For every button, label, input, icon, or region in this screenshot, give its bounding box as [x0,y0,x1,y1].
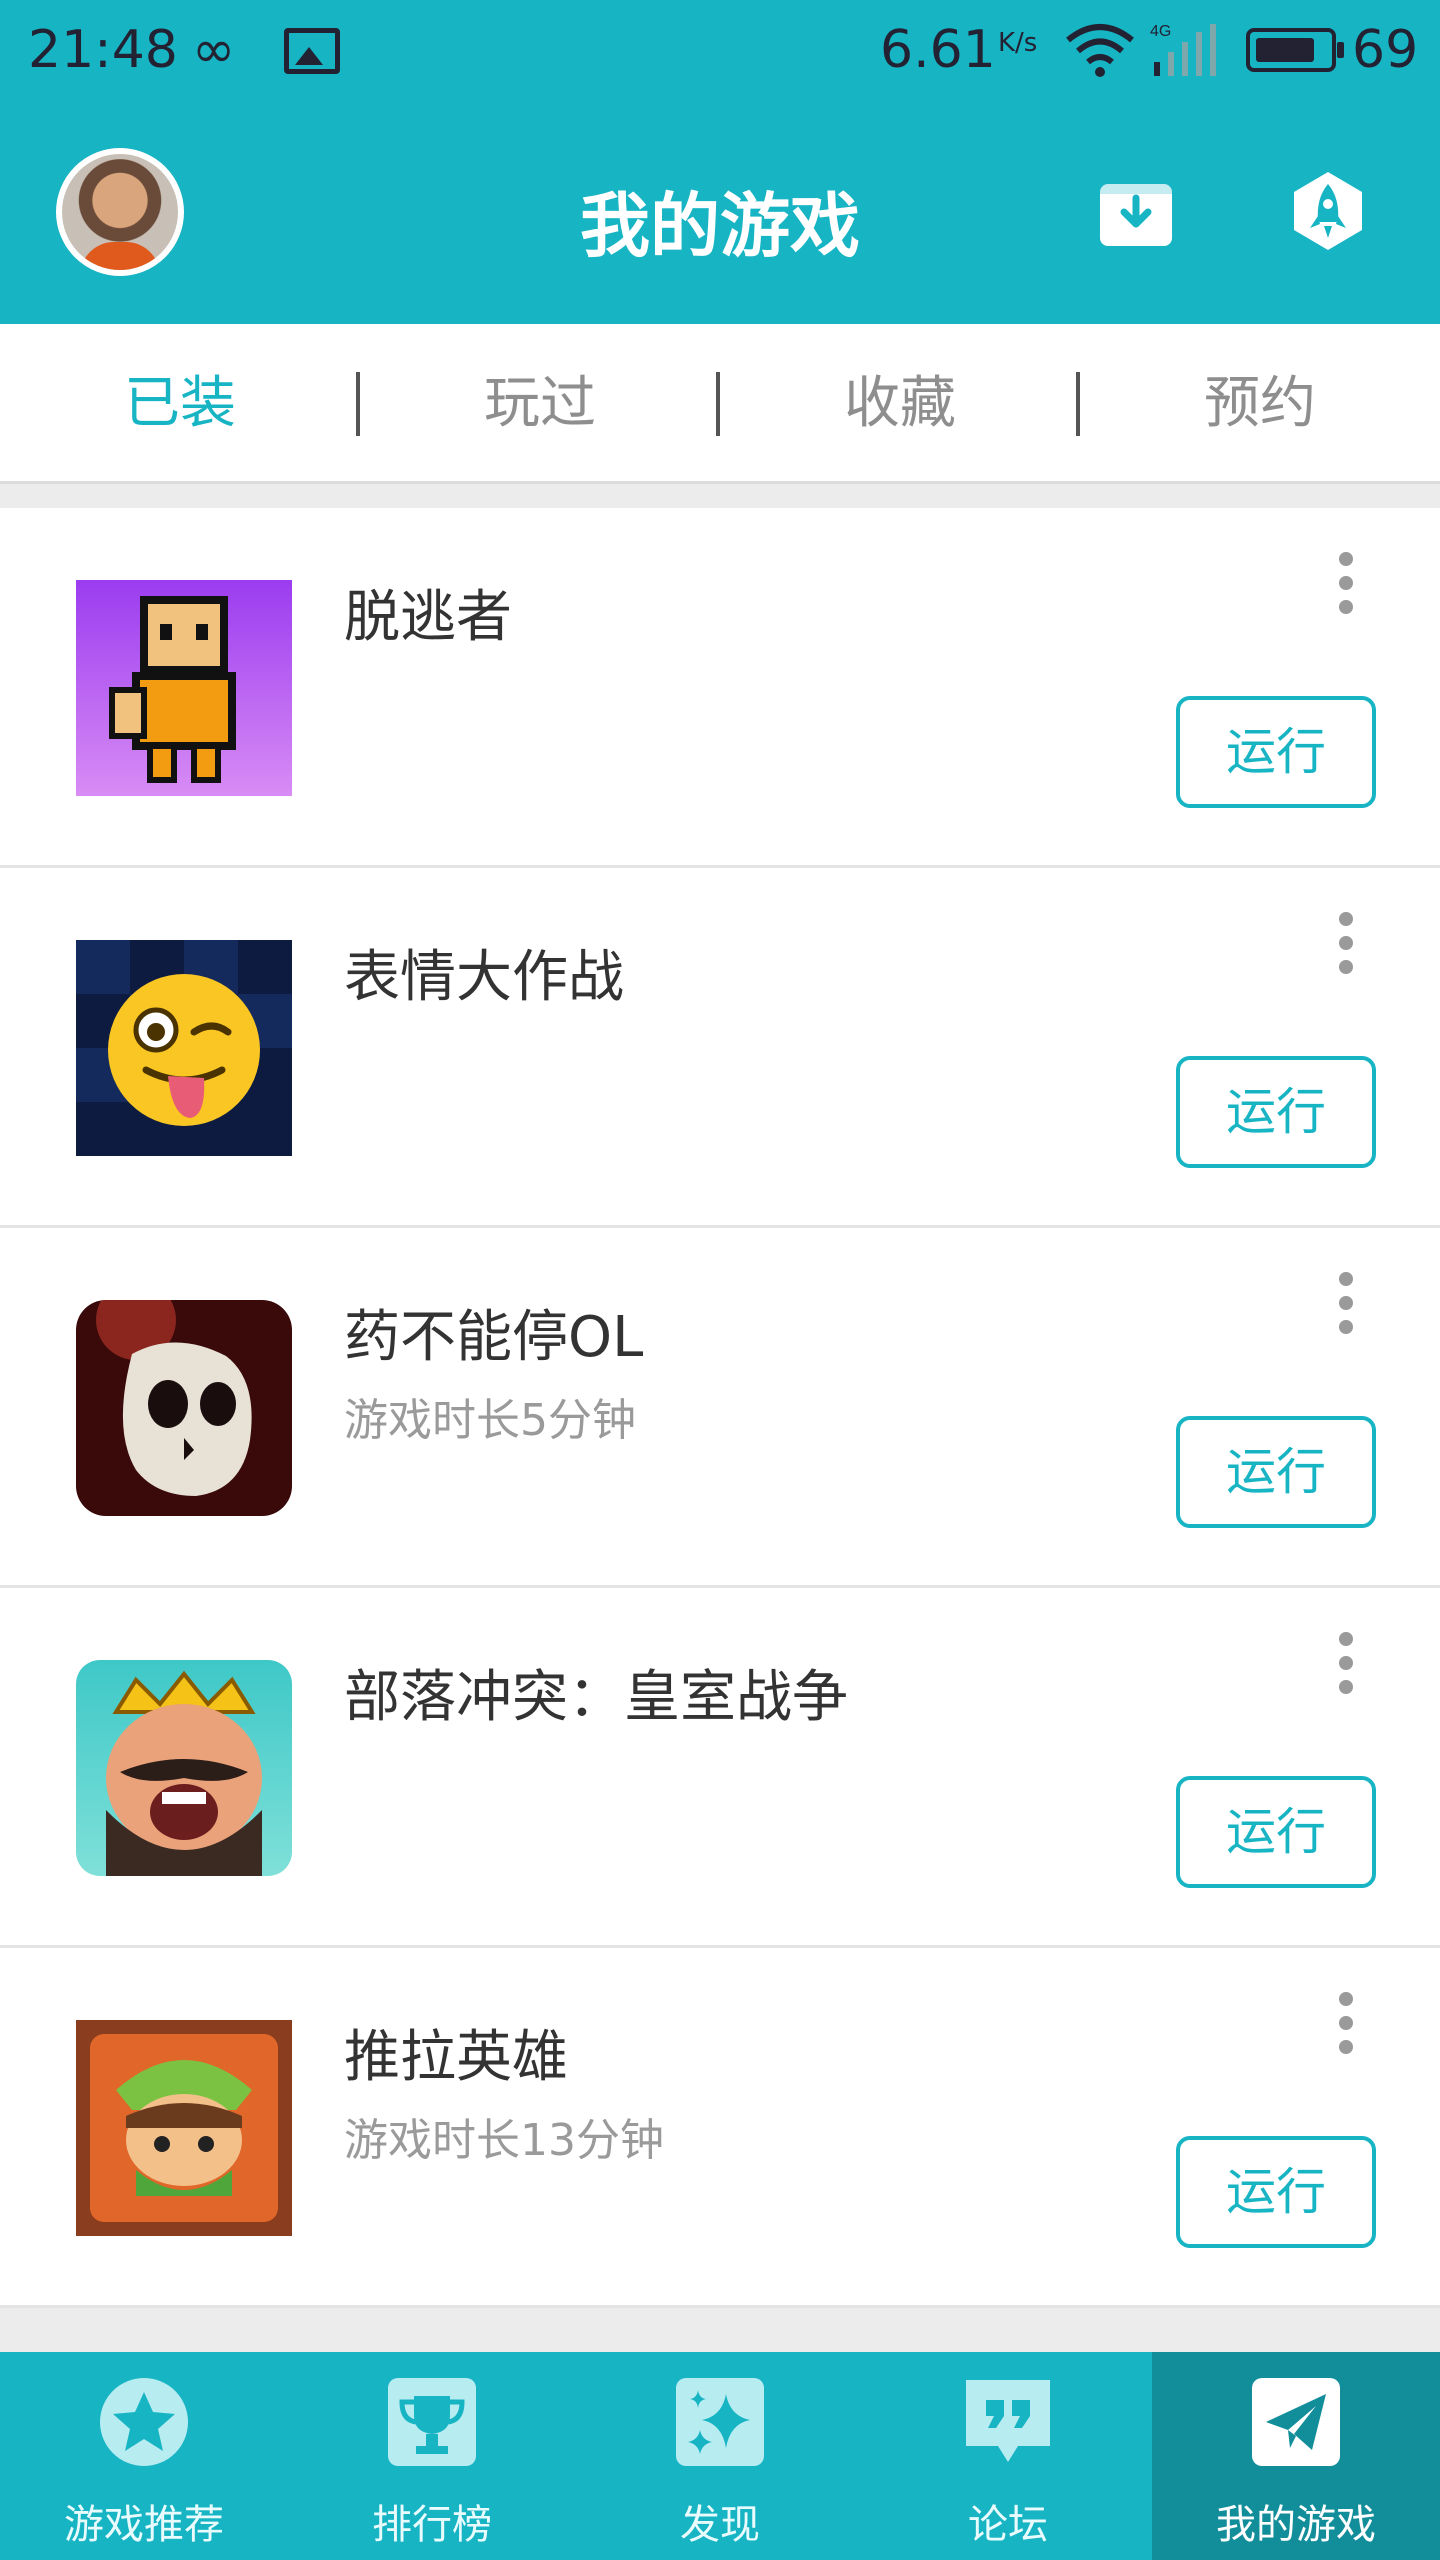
quote-icon [966,2380,1050,2462]
emoji-wink-icon [76,940,292,1156]
game-playtime: 游戏时长13分钟 [344,2115,664,2166]
game-list: 脱逃者 运行 表情大作战 运行 药不能停OL 游戏时长5分钟 运行 部落冲突：皇… [0,508,1440,2308]
image-notification-icon [284,28,340,74]
game-name: 表情大作战 [344,945,624,1010]
run-button[interactable]: 运行 [1176,696,1376,808]
network-speed-unit: K/s [998,28,1038,58]
nav-label: 发现 [680,2502,760,2548]
trophy-icon [388,2378,476,2466]
game-name: 推拉英雄 [344,2025,568,2090]
game-name: 脱逃者 [344,585,512,650]
paper-plane-icon [1252,2378,1340,2466]
nav-label: 排行榜 [372,2502,492,2548]
star-icon [100,2378,188,2466]
escapists-icon [76,580,292,796]
skull-icon [76,1300,292,1516]
wifi-icon [1066,24,1134,77]
nav-item-recommend[interactable]: 游戏推荐 [0,2352,288,2560]
status-time: 21:48 [28,20,178,80]
clash-royale-king-icon [76,1660,292,1876]
run-button[interactable]: 运行 [1176,2136,1376,2248]
push-hero-icon [76,2020,292,2236]
game-row[interactable]: 部落冲突：皇室战争 运行 [0,1588,1440,1948]
network-speed: 6.61 [880,20,996,80]
infinity-icon: ∞ [192,20,236,80]
game-row[interactable]: 脱逃者 运行 [0,508,1440,868]
tab-bar: 已装 玩过 收藏 预约 [0,324,1440,484]
nav-label: 我的游戏 [1216,2502,1376,2548]
nav-item-discover[interactable]: 发现 [576,2352,864,2560]
tab-reserved[interactable]: 预约 [1080,324,1440,484]
rocket-icon[interactable] [1292,170,1364,252]
tab-installed[interactable]: 已装 [0,324,360,484]
nav-item-my-games[interactable]: 我的游戏 [1152,2352,1440,2560]
game-row[interactable]: 表情大作战 运行 [0,868,1440,1228]
more-options-icon[interactable] [1328,1986,1364,2066]
nav-label: 游戏推荐 [64,2502,224,2548]
sparkle-icon [676,2378,764,2466]
nav-item-forum[interactable]: 论坛 [864,2352,1152,2560]
run-button[interactable]: 运行 [1176,1416,1376,1528]
more-options-icon[interactable] [1328,1266,1364,1346]
status-bar: 21:48 ∞ 6.61 K/s 4G 69 [0,0,1440,100]
network-type: 4G [1150,23,1171,40]
battery-icon [1246,28,1344,72]
nav-label: 论坛 [968,2502,1048,2548]
page-title: 我的游戏 [580,185,860,267]
more-options-icon[interactable] [1328,906,1364,986]
app-bar: 我的游戏 [0,100,1440,324]
game-name: 部落冲突：皇室战争 [344,1665,848,1730]
game-row[interactable]: 药不能停OL 游戏时长5分钟 运行 [0,1228,1440,1588]
battery-level: 69 [1352,20,1419,80]
signal-icon: 4G [1150,23,1216,76]
more-options-icon[interactable] [1328,1626,1364,1706]
tab-favorites[interactable]: 收藏 [720,324,1080,484]
game-playtime: 游戏时长5分钟 [344,1395,636,1446]
run-button[interactable]: 运行 [1176,1056,1376,1168]
more-options-icon[interactable] [1328,546,1364,626]
game-name: 药不能停OL [344,1305,644,1370]
run-button[interactable]: 运行 [1176,1776,1376,1888]
tab-played[interactable]: 玩过 [360,324,720,484]
bottom-nav: 游戏推荐 排行榜 发现 论坛 我的游戏 [0,2352,1440,2560]
game-row[interactable]: 推拉英雄 游戏时长13分钟 运行 [0,1948,1440,2308]
nav-item-ranking[interactable]: 排行榜 [288,2352,576,2560]
download-box-icon[interactable] [1098,178,1174,248]
